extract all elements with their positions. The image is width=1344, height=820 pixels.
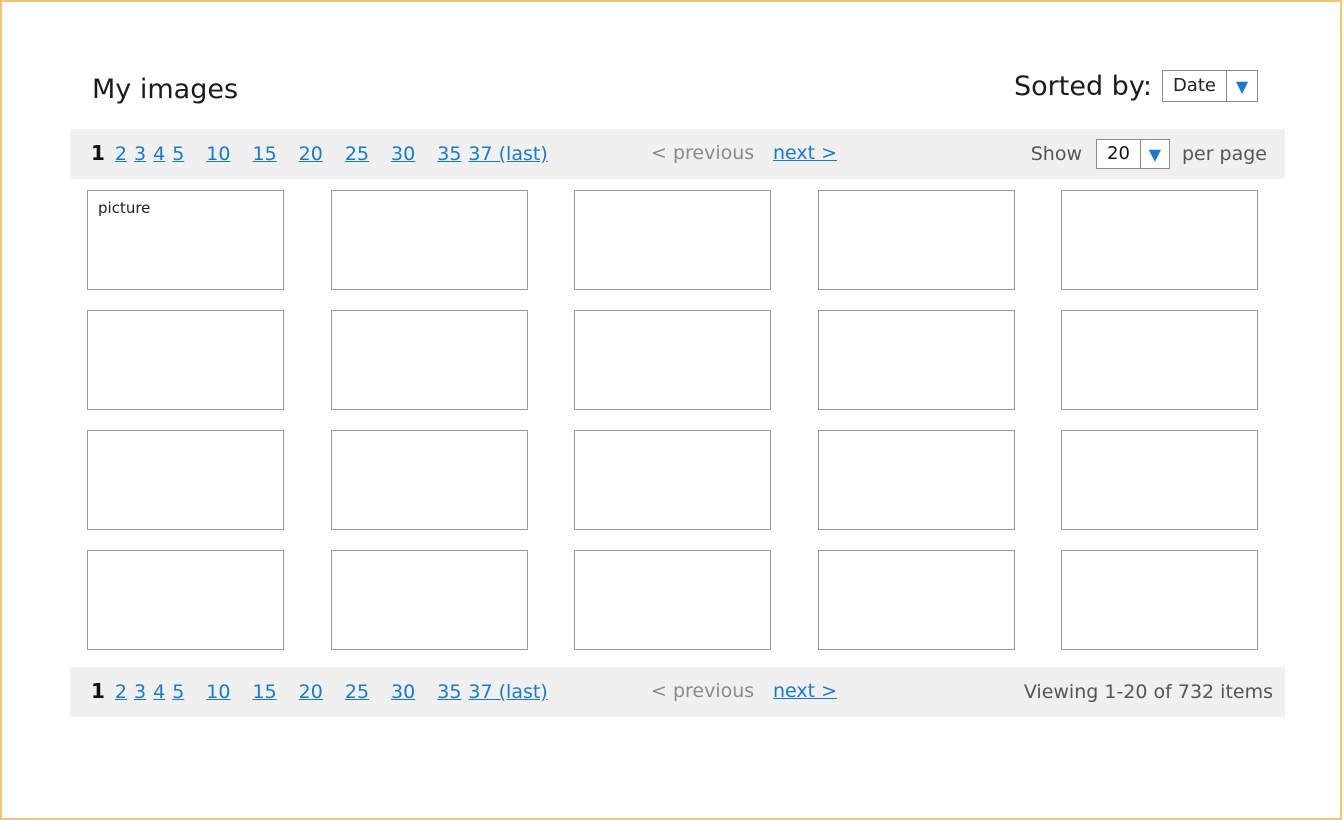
image-tile[interactable] xyxy=(817,550,1015,650)
image-tile[interactable] xyxy=(817,310,1015,410)
page-link[interactable]: 15 xyxy=(252,143,276,165)
image-grid: picture xyxy=(87,190,1258,650)
image-tile[interactable] xyxy=(574,190,771,290)
page-link[interactable]: 3 xyxy=(134,681,146,703)
image-tile[interactable] xyxy=(817,190,1015,290)
per-page-dropdown[interactable]: 20 ▼ xyxy=(1096,139,1170,169)
image-tile[interactable] xyxy=(574,310,771,410)
sort-label: Sorted by: xyxy=(1014,70,1152,102)
image-tile[interactable] xyxy=(87,550,284,650)
sort-control: Sorted by: Date ▼ xyxy=(1014,70,1258,102)
page-link[interactable]: 25 xyxy=(345,143,369,165)
next-link[interactable]: next > xyxy=(773,142,837,164)
page-link[interactable]: 5 xyxy=(172,143,184,165)
image-tile[interactable] xyxy=(1061,550,1258,650)
image-tile[interactable] xyxy=(330,430,528,530)
previous-link: < previous xyxy=(651,142,755,164)
image-tile[interactable]: picture xyxy=(87,190,284,290)
previous-link: < previous xyxy=(651,680,755,702)
page-link[interactable]: 2 xyxy=(115,143,127,165)
per-page-control: Show 20 ▼ per page xyxy=(1031,139,1267,169)
next-link[interactable]: next > xyxy=(773,680,837,702)
page-links-top: 1 2 3 4 5 10 15 20 25 30 35 37 (last) xyxy=(91,141,555,165)
chevron-down-icon[interactable]: ▼ xyxy=(1227,71,1257,101)
image-tile[interactable] xyxy=(330,310,528,410)
page-link[interactable]: 35 xyxy=(437,143,461,165)
pagination-bar-top: 1 2 3 4 5 10 15 20 25 30 35 37 (last) < … xyxy=(70,129,1285,179)
page-link[interactable]: 25 xyxy=(345,681,369,703)
page-title: My images xyxy=(92,74,239,105)
chevron-down-icon[interactable]: ▼ xyxy=(1141,140,1169,168)
sort-dropdown[interactable]: Date ▼ xyxy=(1161,70,1258,102)
image-tile[interactable] xyxy=(574,430,771,530)
image-tile[interactable] xyxy=(1061,310,1258,410)
per-page-suffix: per page xyxy=(1181,143,1267,165)
page-link[interactable]: 30 xyxy=(391,681,415,703)
image-tile[interactable] xyxy=(1061,190,1258,290)
page-link[interactable]: 15 xyxy=(252,681,276,703)
sort-value: Date xyxy=(1163,71,1227,101)
page-link-last[interactable]: 37 (last) xyxy=(468,681,547,703)
image-tile[interactable] xyxy=(87,430,284,530)
page-link[interactable]: 20 xyxy=(299,143,323,165)
page-link[interactable]: 10 xyxy=(206,681,230,703)
per-page-value: 20 xyxy=(1097,140,1141,168)
page-link[interactable]: 10 xyxy=(206,143,230,165)
pagination-bar-bottom: 1 2 3 4 5 10 15 20 25 30 35 37 (last) < … xyxy=(70,667,1285,717)
image-tile[interactable] xyxy=(330,190,528,290)
page-link[interactable]: 35 xyxy=(437,681,461,703)
page-link[interactable]: 5 xyxy=(172,681,184,703)
page-links-bottom: 1 2 3 4 5 10 15 20 25 30 35 37 (last) xyxy=(91,679,555,703)
page-link[interactable]: 20 xyxy=(299,681,323,703)
page-link[interactable]: 3 xyxy=(134,143,146,165)
viewing-count: Viewing 1-20 of 732 items xyxy=(1023,681,1273,703)
page-link-last[interactable]: 37 (last) xyxy=(468,143,547,165)
current-page: 1 xyxy=(91,679,105,703)
image-tile[interactable] xyxy=(817,430,1015,530)
page-link[interactable]: 4 xyxy=(153,681,165,703)
page-link[interactable]: 30 xyxy=(391,143,415,165)
image-tile[interactable] xyxy=(87,310,284,410)
image-tile[interactable] xyxy=(574,550,771,650)
current-page: 1 xyxy=(91,141,105,165)
show-label: Show xyxy=(1030,143,1083,165)
tile-label: picture xyxy=(98,199,151,217)
image-tile[interactable] xyxy=(330,550,528,650)
page-link[interactable]: 4 xyxy=(153,143,165,165)
page-link[interactable]: 2 xyxy=(115,681,127,703)
image-tile[interactable] xyxy=(1061,430,1258,530)
